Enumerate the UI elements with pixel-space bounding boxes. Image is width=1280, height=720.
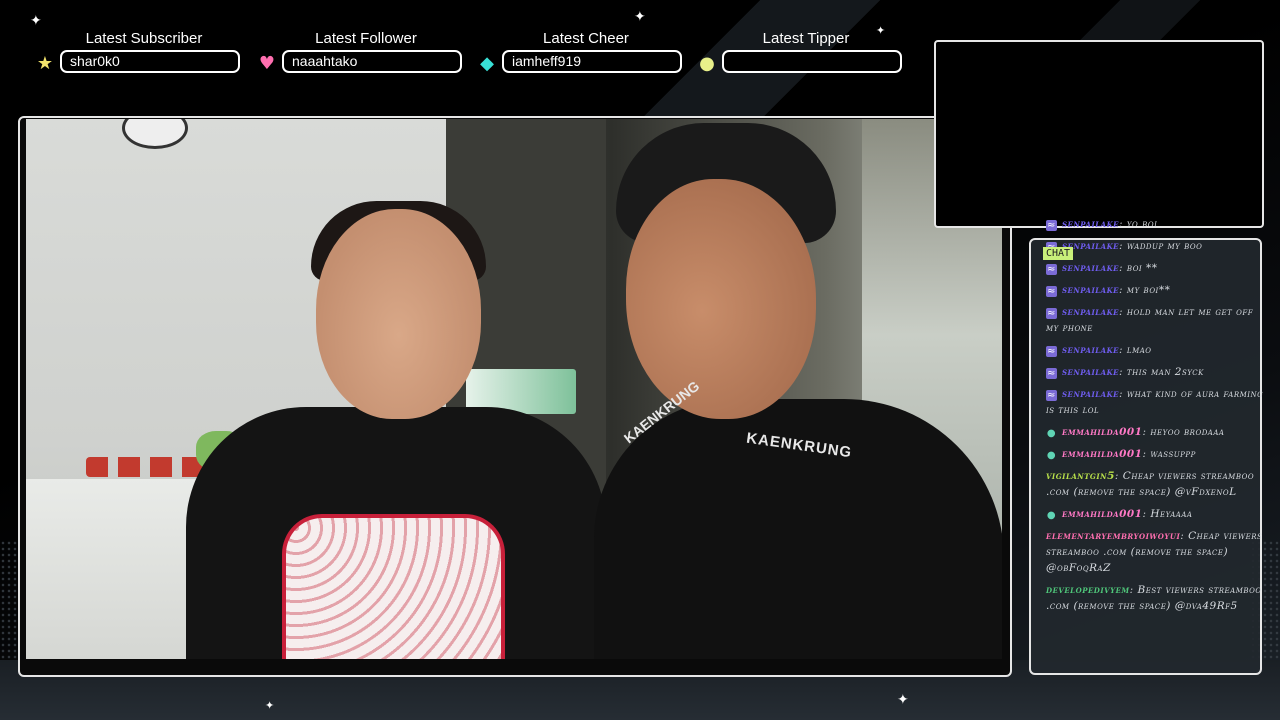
chat-username[interactable]: emmahilda001 xyxy=(1062,448,1143,460)
chat-separator: : xyxy=(1119,366,1127,378)
chat-message: ≈ senpailake: this man 2syck xyxy=(1046,364,1264,380)
heart-icon: ♥ xyxy=(258,52,276,74)
chat-separator: : xyxy=(1129,584,1138,596)
alert-latest-follower: Latest Follower ♥ naaahtako xyxy=(256,30,476,74)
chat-message: ● emmahilda001: Heyaaaa xyxy=(1046,506,1264,522)
chat-separator: : xyxy=(1119,344,1127,356)
chat-username[interactable]: senpailake xyxy=(1062,284,1119,296)
chat-message: ≈ senpailake: what kind of aura farming i… xyxy=(1046,386,1264,418)
subscriber-badge-icon: ≈ xyxy=(1046,286,1057,297)
orb-badge-icon: ● xyxy=(1046,428,1057,439)
subscriber-badge-icon: ≈ xyxy=(1046,390,1057,401)
chat-username[interactable]: elementaryembryoiwoyui xyxy=(1046,530,1180,542)
chat-separator: : xyxy=(1119,388,1127,400)
alert-value: iamheff919 xyxy=(502,50,682,73)
sparkle-icon: ✦ xyxy=(265,699,275,712)
sparkle-icon: ✦ xyxy=(30,13,42,29)
chat-separator: : xyxy=(1119,284,1127,296)
chat-separator: : xyxy=(1119,240,1127,252)
gem-icon: ◆ xyxy=(480,52,494,74)
alert-title: Latest Follower xyxy=(315,30,417,47)
chat-text: boi ** xyxy=(1126,262,1158,274)
chat-username[interactable]: emmahilda001 xyxy=(1062,508,1143,520)
webcam-box xyxy=(934,40,1264,228)
alert-title: Latest Tipper xyxy=(762,30,850,47)
subscriber-badge-icon: ≈ xyxy=(1046,368,1057,379)
chat-message: vigilantgin5: Cheap viewers streamboo .c… xyxy=(1046,468,1264,500)
chat-username[interactable]: developedivyem xyxy=(1046,584,1130,596)
chat-message: ≈ senpailake: hold man let me get off my … xyxy=(1046,304,1264,336)
chat-text: Heyaaaa xyxy=(1150,508,1193,520)
chat-separator: : xyxy=(1119,306,1127,318)
alert-latest-subscriber: Latest Subscriber ★ shar0k0 xyxy=(34,30,254,74)
red-bowls xyxy=(86,457,206,477)
main-video-frame: KAENKRUNG KAENKRUNG xyxy=(18,116,1012,677)
chat-message: ≈senpailake: waddup my boo xyxy=(1046,238,1264,254)
chat-message: developedivyem: Best viewers streamboo .… xyxy=(1046,582,1264,614)
subscriber-badge-icon: ≈ xyxy=(1046,308,1057,319)
chat-messages: ≈senpailake: yo boi≈senpailake: waddup m… xyxy=(1046,216,1264,620)
woman-face xyxy=(316,209,481,419)
chat-username[interactable]: senpailake xyxy=(1062,218,1119,230)
alert-value: shar0k0 xyxy=(60,50,240,73)
chat-separator: : xyxy=(1119,262,1127,274)
alert-title: Latest Cheer xyxy=(543,30,629,47)
chat-message: ● emmahilda001: wassuppp xyxy=(1046,446,1264,462)
chat-text: heyoo brodaaa xyxy=(1150,426,1225,438)
chat-text: waddup my boo xyxy=(1126,240,1203,252)
orb-badge-icon: ● xyxy=(1046,450,1057,461)
chat-text: this man 2syck xyxy=(1126,366,1204,378)
sparkle-icon: ✦ xyxy=(897,692,909,708)
video-feed[interactable]: KAENKRUNG KAENKRUNG xyxy=(26,119,1002,659)
alert-latest-tipper: Latest Tipper ● xyxy=(696,30,916,74)
floral-apron xyxy=(282,514,505,659)
chat-separator: : xyxy=(1180,530,1189,542)
chat-message: elementaryembryoiwoyui: Cheap viewers st… xyxy=(1046,528,1264,576)
alert-value xyxy=(722,50,902,73)
chat-text: wassuppp xyxy=(1150,448,1196,460)
chat-username[interactable]: senpailake xyxy=(1062,262,1119,274)
alert-latest-cheer: Latest Cheer ◆ iamheff919 xyxy=(476,30,696,74)
subscriber-badge-icon: ≈ xyxy=(1046,264,1057,275)
chat-message: ≈ senpailake: boi ** xyxy=(1046,260,1264,276)
chat-label: CHAT xyxy=(1043,247,1074,260)
chat-text: my boi** xyxy=(1126,284,1171,296)
sparkle-icon: ✦ xyxy=(634,9,646,25)
chat-username[interactable]: vigilantgin5 xyxy=(1046,470,1115,482)
subscriber-badge-icon: ≈ xyxy=(1046,346,1057,357)
chat-message: ≈ senpailake: yo boi xyxy=(1046,216,1264,232)
subscriber-badge-icon: ≈ xyxy=(1046,220,1057,231)
alert-value: naaahtako xyxy=(282,50,462,73)
chat-text: yo boi xyxy=(1126,218,1158,230)
alert-title: Latest Subscriber xyxy=(85,30,203,47)
chat-username[interactable]: senpailake xyxy=(1062,344,1119,356)
man-face xyxy=(626,179,816,419)
chat-username[interactable]: senpailake xyxy=(1062,366,1119,378)
orb-badge-icon: ● xyxy=(1046,510,1057,521)
coin-icon: ● xyxy=(699,52,715,74)
chat-message: ≈ senpailake: lmao xyxy=(1046,342,1264,358)
chat-separator: : xyxy=(1119,218,1127,230)
chat-separator: : xyxy=(1114,470,1123,482)
chat-message: ● emmahilda001: heyoo brodaaa xyxy=(1046,424,1264,440)
chat-username[interactable]: emmahilda001 xyxy=(1062,426,1143,438)
star-icon: ★ xyxy=(36,52,54,74)
chat-username[interactable]: senpailake xyxy=(1062,388,1119,400)
chat-message: ≈ senpailake: my boi** xyxy=(1046,282,1264,298)
chat-username[interactable]: senpailake xyxy=(1062,306,1119,318)
chat-text: lmao xyxy=(1126,344,1152,356)
